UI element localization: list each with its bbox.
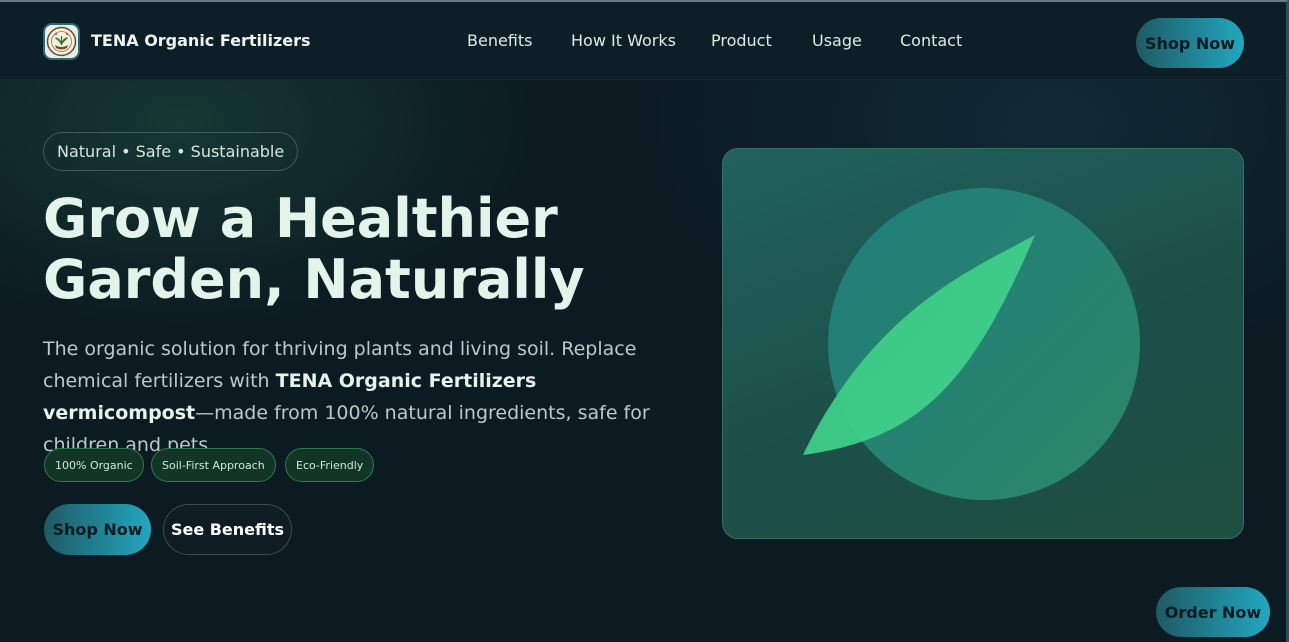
site-header: TENA Organic Fertilizers Benefits How It…	[0, 2, 1286, 80]
chip-100-organic: 100% Organic	[44, 448, 144, 482]
hero-tagline-badge: Natural • Safe • Sustainable	[43, 132, 299, 171]
tena-organic-logo-icon[interactable]	[43, 23, 80, 60]
nav-benefits[interactable]: Benefits	[467, 31, 533, 50]
hero-headline-line1: Grow a Healthier	[43, 187, 558, 250]
nav-usage[interactable]: Usage	[812, 31, 862, 50]
hero-shop-now-button[interactable]: Shop Now	[44, 504, 151, 555]
chip-eco-friendly: Eco-Friendly	[285, 448, 375, 482]
header-shop-now-button[interactable]: Shop Now	[1136, 18, 1244, 68]
hero-description: The organic solution for thriving plants…	[43, 333, 683, 461]
order-now-floating-button[interactable]: Order Now	[1156, 587, 1270, 637]
hero-illustration-card	[722, 148, 1244, 539]
brand-name[interactable]: TENA Organic Fertilizers	[91, 31, 311, 50]
chip-soil-first: Soil-First Approach	[151, 448, 276, 482]
leaf-icon	[803, 188, 1140, 500]
hero-headline: Grow a Healthier Garden, Naturally	[43, 188, 603, 310]
nav-product[interactable]: Product	[711, 31, 772, 50]
see-benefits-button[interactable]: See Benefits	[163, 504, 292, 555]
hero-headline-line2: Garden, Naturally	[43, 248, 585, 311]
nav-how-it-works[interactable]: How It Works	[571, 31, 676, 50]
nav-contact[interactable]: Contact	[900, 31, 962, 50]
page-frame: TENA Organic Fertilizers Benefits How It…	[0, 0, 1289, 642]
